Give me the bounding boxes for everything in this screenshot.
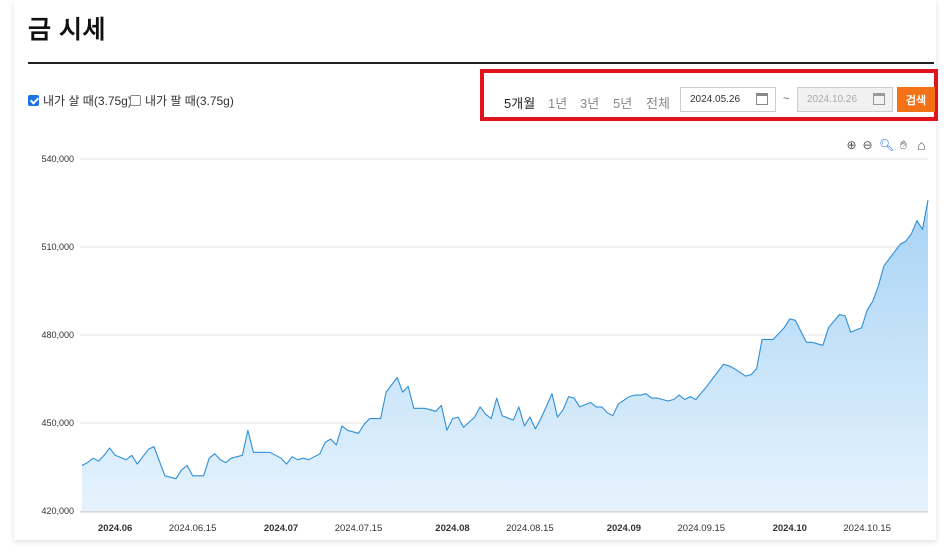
x-tick-label: 2024.09.15 bbox=[678, 523, 726, 534]
x-axis-ticks: 2024.06 2024.06.15 2024.07 2024.07.15 2024.0… bbox=[80, 511, 928, 534]
price-chart: 420,000 450,000 480,000 510,000 540,000 2024… bbox=[41, 154, 929, 534]
y-axis-ticks: 420,000 450,000 480,000 510,000 540,000 bbox=[41, 154, 74, 516]
x-tick-label: 2024.10 bbox=[773, 523, 807, 534]
x-tick-label: 2024.08 bbox=[435, 523, 469, 534]
y-tick-label: 540,000 bbox=[41, 154, 74, 164]
x-tick-label: 2024.07 bbox=[264, 523, 298, 534]
y-tick-label: 420,000 bbox=[41, 506, 74, 516]
y-tick-label: 480,000 bbox=[41, 330, 74, 340]
x-tick-label: 2024.06.15 bbox=[169, 523, 217, 534]
y-tick-label: 450,000 bbox=[41, 418, 74, 428]
x-tick-label: 2024.09 bbox=[607, 523, 641, 534]
x-tick-label: 2024.07.15 bbox=[335, 523, 383, 534]
y-tick-label: 510,000 bbox=[41, 242, 74, 252]
x-tick-label: 2024.08.15 bbox=[506, 523, 554, 534]
x-tick-label: 2024.10.15 bbox=[843, 523, 891, 534]
x-tick-label: 2024.06 bbox=[98, 523, 132, 534]
